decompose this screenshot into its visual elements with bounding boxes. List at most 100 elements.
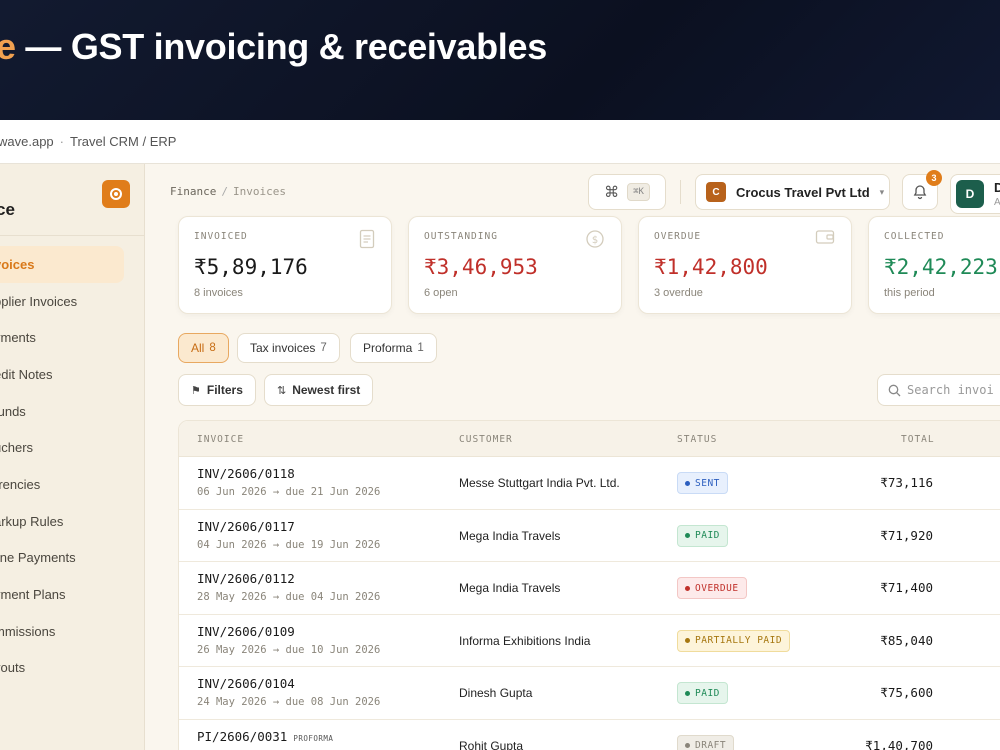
stat-card-collected: COLLECTED ₹2,42,223 this period <box>868 216 1000 314</box>
tab-tax-invoices[interactable]: Tax invoices 7 <box>237 333 340 363</box>
wallet-icon <box>815 230 835 244</box>
sidebar-item-label: yments <box>0 330 36 346</box>
app-window: ce voices pplier Invoices yments edit No… <box>0 164 1000 750</box>
sidebar-item-refunds[interactable]: funds <box>0 393 144 430</box>
stat-subtext: this period <box>884 287 935 299</box>
table-row[interactable]: INV/2606/0118 06 Jun 2026 → due 21 Jun 2… <box>179 457 1000 510</box>
customer-name: Messe Stuttgart India Pvt. Ltd. <box>459 476 620 490</box>
sidebar-header: ce <box>0 164 144 236</box>
status-dot <box>685 638 690 644</box>
invoice-dates: 06 Jun 2026 → due 21 Jun 2026 <box>197 486 381 498</box>
invoice-dates: 28 May 2026 → due 04 Jun 2026 <box>197 591 381 604</box>
table-header: INVOICE CUSTOMER STATUS TOTAL <box>179 421 1000 457</box>
column-header-total[interactable]: TOTAL <box>901 434 935 445</box>
status-dot <box>685 585 690 591</box>
bell-icon <box>913 185 927 200</box>
user-role: A <box>994 197 1000 208</box>
breadcrumb-parent[interactable]: Finance <box>170 185 216 198</box>
invoice-number[interactable]: INV/2606/0109 <box>197 624 295 639</box>
invoice-number[interactable]: PI/2606/0031 PROFORMA <box>197 729 333 744</box>
tab-count: 7 <box>320 342 327 354</box>
tab-count: 1 <box>417 342 424 354</box>
tab-label: All <box>191 341 205 355</box>
sidebar-item-supplier-invoices[interactable]: pplier Invoices <box>0 283 144 320</box>
customer-name: Rohit Gupta <box>459 738 524 750</box>
invoice-number[interactable]: INV/2606/0117 <box>197 519 295 534</box>
invoice-total: ₹1,40,700 <box>865 737 933 750</box>
tab-proforma[interactable]: Proforma 1 <box>350 333 437 363</box>
tab-all[interactable]: All 8 <box>178 333 229 363</box>
sidebar-item-currencies[interactable]: rrencies <box>0 466 144 503</box>
sidebar-item-invoices[interactable]: voices <box>0 246 124 283</box>
column-header-customer[interactable]: CUSTOMER <box>459 434 513 445</box>
banner-title-accent: e <box>0 26 16 67</box>
tab-label: Proforma <box>363 341 413 355</box>
status-badge: DRAFT <box>677 734 735 750</box>
status-text: SENT <box>695 477 720 489</box>
shortcut-hint: ⌘K <box>627 183 650 201</box>
search-input[interactable] <box>907 383 1000 397</box>
breadcrumb: Finance / Invoices <box>170 185 286 198</box>
sidebar: ce voices pplier Invoices yments edit No… <box>0 164 145 750</box>
status-badge: PAID <box>677 524 728 547</box>
invoice-number[interactable]: INV/2606/0104 <box>197 676 295 691</box>
invoice-dates: 04 Jun 2026 → due 19 Jun 2026 <box>197 538 381 551</box>
invoices-table: INVOICE CUSTOMER STATUS TOTAL INV/2606/0… <box>178 420 1000 750</box>
invoice-dates: 26 May 2026 → due 10 Jun 2026 <box>197 643 381 656</box>
status-badge: OVERDUE <box>677 577 747 600</box>
chevron-down-icon: ▾ <box>879 186 885 197</box>
column-header-invoice[interactable]: INVOICE <box>197 434 244 445</box>
table-row[interactable]: INV/2606/0109 26 May 2026 → due 10 Jun 2… <box>179 615 1000 668</box>
sidebar-item-markup-rules[interactable]: arkup Rules <box>0 503 144 540</box>
sidebar-item-online-payments[interactable]: line Payments <box>0 540 144 577</box>
topbar: Finance / Invoices ⌘ ⌘K C Crocus Travel Pv… <box>145 164 1000 220</box>
command-palette-button[interactable]: ⌘ ⌘K <box>588 174 666 210</box>
filters-button[interactable]: ⚑ Filters <box>178 374 256 406</box>
sidebar-item-credit-notes[interactable]: edit Notes <box>0 356 144 393</box>
sidebar-item-payments[interactable]: yments <box>0 319 144 356</box>
stat-subtext: 3 overdue <box>654 287 703 299</box>
breadcrumb-current: Invoices <box>232 185 286 198</box>
table-row[interactable]: PI/2606/0031 PROFORMA Rohit Gupta DRAFT ₹… <box>179 720 1000 750</box>
sidebar-item-label: yment Plans <box>0 587 66 603</box>
sidebar-item-vouchers[interactable]: uchers <box>0 429 144 466</box>
search-field[interactable] <box>877 374 1000 406</box>
status-dot <box>685 690 690 696</box>
page-title: Travel CRM / ERP <box>70 134 177 149</box>
customer-name: Mega India Travels <box>459 581 561 596</box>
status-badge: PAID <box>677 682 728 705</box>
sidebar-item-payment-plans[interactable]: yment Plans <box>0 576 144 613</box>
stat-value: ₹5,89,176 <box>194 255 308 279</box>
sidebar-item-commissions[interactable]: mmissions <box>0 613 144 650</box>
sidebar-item-label: funds <box>0 403 26 419</box>
status-dot <box>685 533 690 539</box>
sort-label: Newest first <box>292 383 361 397</box>
browser-url-bar[interactable]: wave.app · Travel CRM / ERP <box>0 120 1000 164</box>
sidebar-title: ce <box>0 200 15 219</box>
status-text: PAID <box>695 687 720 699</box>
sidebar-item-label: uchers <box>0 440 34 456</box>
invoice-number[interactable]: INV/2606/0112 <box>197 571 295 586</box>
organization-switcher[interactable]: C Crocus Travel Pvt Ltd ▾ <box>695 174 890 210</box>
notifications-button[interactable]: 3 <box>902 170 942 210</box>
dollar-icon: $ <box>586 230 604 248</box>
sidebar-toggle-button[interactable] <box>102 180 130 208</box>
invoice-number-text: PI/2606/0031 <box>197 728 288 744</box>
table-row[interactable]: INV/2606/0112 28 May 2026 → due 04 Jun 2… <box>179 562 1000 615</box>
user-menu-button[interactable]: D D A <box>950 174 1000 214</box>
sidebar-item-label: youts <box>0 660 26 676</box>
customer-name: Mega India Travels <box>459 528 561 543</box>
invoice-number[interactable]: INV/2606/0118 <box>197 466 295 481</box>
stat-value: ₹1,42,800 <box>654 255 768 279</box>
status-text: OVERDUE <box>695 582 739 594</box>
sidebar-nav: voices pplier Invoices yments edit Notes… <box>0 246 144 687</box>
tab-label: Tax invoices <box>250 341 316 355</box>
status-text: DRAFT <box>695 740 727 750</box>
stat-card-overdue: OVERDUE ₹1,42,800 3 overdue <box>638 216 852 314</box>
column-header-status[interactable]: STATUS <box>677 434 717 445</box>
table-row[interactable]: INV/2606/0104 24 May 2026 → due 08 Jun 2… <box>179 667 1000 720</box>
table-row[interactable]: INV/2606/0117 04 Jun 2026 → due 19 Jun 2… <box>179 510 1000 563</box>
sidebar-item-payouts[interactable]: youts <box>0 650 144 687</box>
sort-button[interactable]: ⇅ Newest first <box>264 374 374 406</box>
sidebar-item-label: mmissions <box>0 623 56 639</box>
